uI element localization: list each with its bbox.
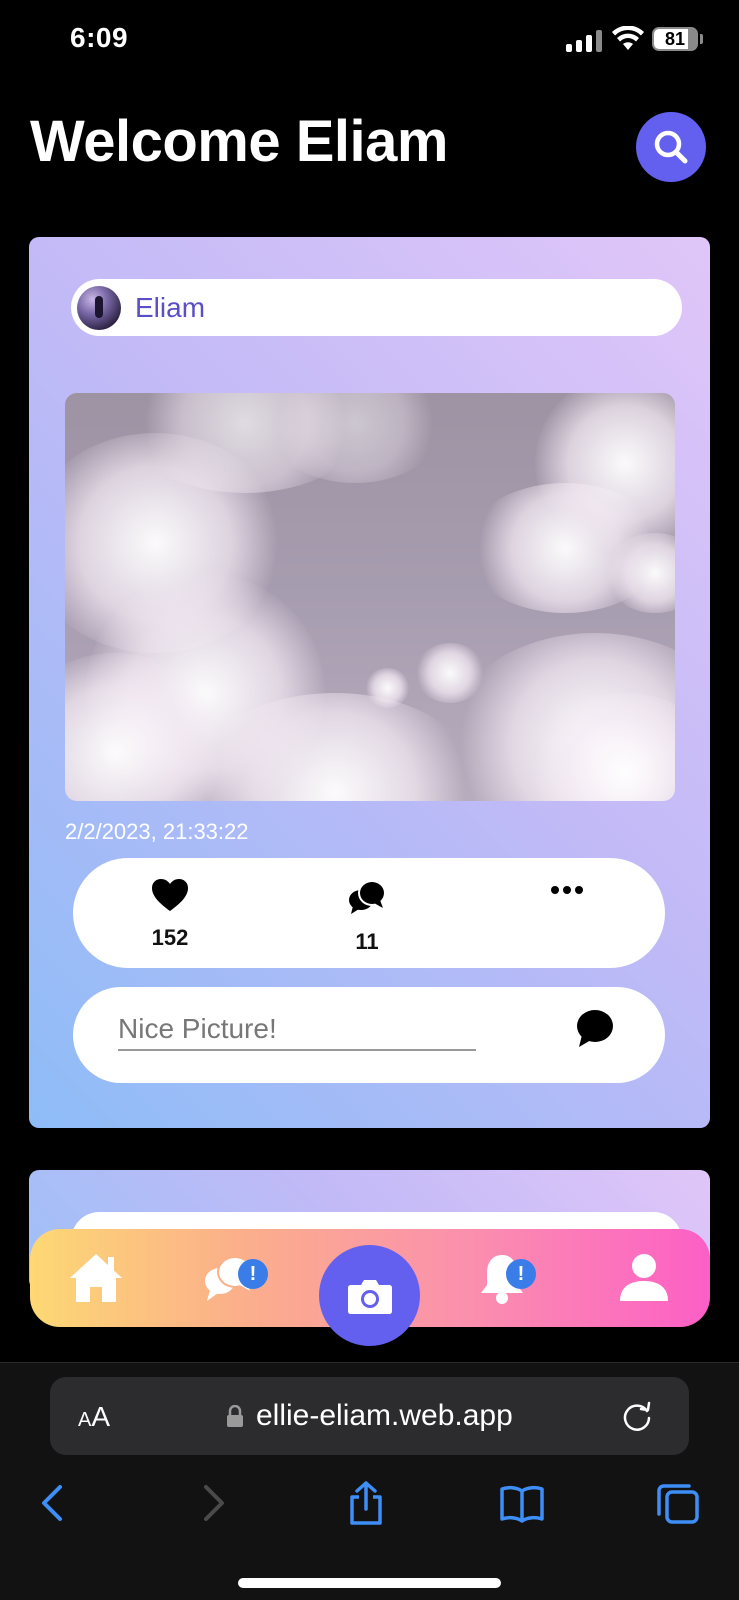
- comment-count: 11: [355, 929, 379, 954]
- heart-icon: [152, 879, 188, 911]
- search-button[interactable]: [636, 112, 706, 182]
- text-size-button[interactable]: AA: [78, 1401, 110, 1433]
- profile-icon: [620, 1254, 668, 1301]
- browser-chrome: AA ellie-eliam.web.app: [0, 1362, 739, 1600]
- home-icon: [70, 1254, 122, 1302]
- lock-icon: [227, 1405, 243, 1427]
- post-card: Eliam 2/2/2023, 21:33:22 152 11 Nice Pic…: [29, 237, 710, 1128]
- post-timestamp: 2/2/2023, 21:33:22: [65, 819, 249, 844]
- post-actions: 152 11: [73, 858, 665, 968]
- tabs-icon[interactable]: [656, 1481, 700, 1525]
- cellular-signal-icon: [566, 30, 604, 52]
- address-bar[interactable]: AA ellie-eliam.web.app: [50, 1377, 689, 1455]
- text-size-small: A: [78, 1409, 92, 1431]
- home-indicator[interactable]: [238, 1578, 501, 1588]
- notifications-badge: !: [506, 1259, 536, 1289]
- post-author-name: Eliam: [135, 291, 206, 323]
- send-comment-button[interactable]: [573, 1007, 617, 1051]
- nav-notifications-button[interactable]: !: [478, 1251, 536, 1307]
- status-bar: 6:09 81: [0, 0, 739, 80]
- avatar: [77, 285, 121, 330]
- camera-icon: [347, 1279, 392, 1314]
- comment-button[interactable]: 11: [327, 878, 407, 955]
- battery-icon: 81: [652, 27, 698, 51]
- wifi-icon: [612, 26, 644, 50]
- nav-home-button[interactable]: [68, 1251, 124, 1307]
- chat-badge: !: [238, 1259, 268, 1289]
- post-author-bar[interactable]: Eliam: [71, 279, 682, 336]
- more-options-button[interactable]: [527, 878, 607, 917]
- comment-bar: [73, 987, 665, 1083]
- speech-bubble-icon: [577, 1010, 613, 1047]
- comment-input[interactable]: [118, 1009, 476, 1051]
- more-options-icon: [551, 886, 583, 894]
- battery-level: 81: [664, 29, 686, 49]
- reload-icon[interactable]: [620, 1399, 654, 1433]
- battery-cap: [700, 34, 703, 44]
- forward-icon[interactable]: [190, 1481, 234, 1525]
- status-time: 6:09: [70, 22, 129, 53]
- nav-chat-button[interactable]: !: [202, 1251, 268, 1307]
- bookmarks-icon[interactable]: [500, 1481, 544, 1525]
- search-icon: [654, 130, 688, 164]
- text-size-large: A: [91, 1401, 111, 1432]
- nav-profile-button[interactable]: [616, 1251, 672, 1307]
- share-icon[interactable]: [344, 1481, 388, 1525]
- url-text: ellie-eliam.web.app: [256, 1399, 513, 1432]
- back-icon[interactable]: [32, 1481, 76, 1525]
- like-count: 152: [151, 925, 189, 950]
- camera-button[interactable]: [319, 1245, 420, 1346]
- post-image[interactable]: [65, 393, 675, 801]
- like-button[interactable]: 152: [130, 878, 210, 951]
- page-title: Welcome Eliam: [30, 109, 448, 174]
- comments-icon: [349, 880, 386, 914]
